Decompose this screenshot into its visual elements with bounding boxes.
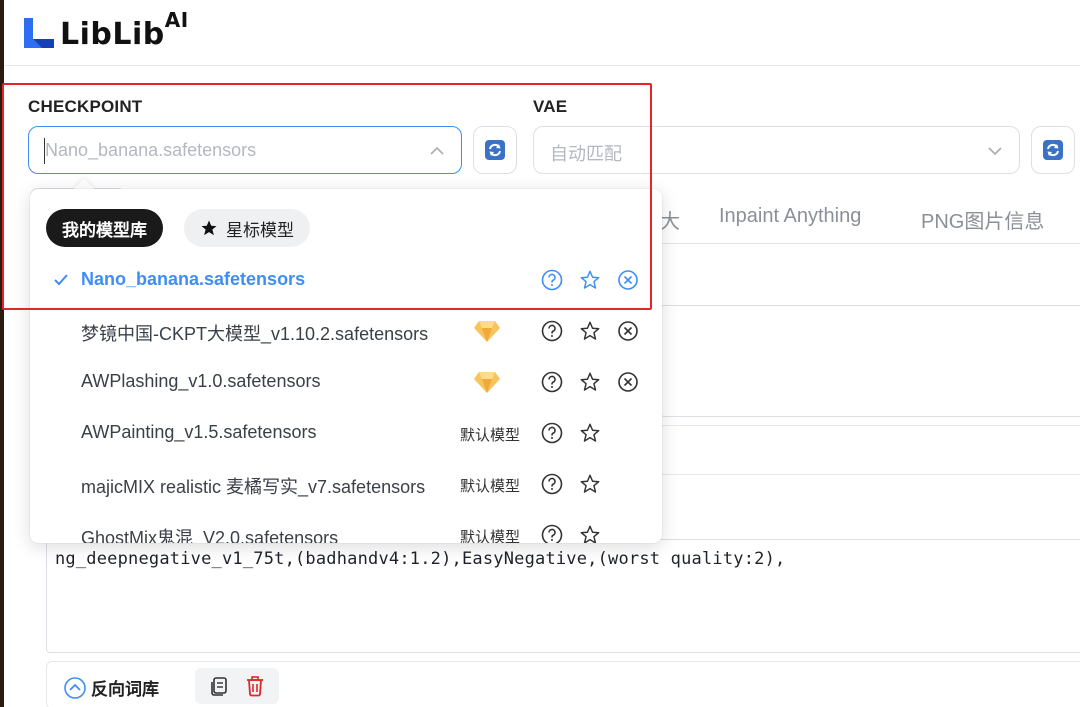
tab-png-info[interactable]: PNG图片信息 [921,205,1044,234]
copy-icon[interactable] [208,675,230,697]
tab-partial[interactable]: 大 [660,205,680,234]
model-name: AWPlashing_v1.0.safetensors [81,371,321,391]
negative-prompt-text: ng_deepnegative_v1_75t,(badhandv4:1.2),E… [55,549,786,569]
diamond-icon [474,321,500,342]
toolbar-actions [195,668,279,704]
logo-text: LibLibAI [60,8,189,52]
chevron-up-circle-icon [64,676,86,699]
settings-panel [660,425,1080,475]
help-icon[interactable] [541,422,563,444]
help-icon[interactable] [541,524,563,543]
header: LibLibAI [4,0,1080,66]
help-icon[interactable] [541,371,563,393]
app-window: LibLibAI CHECKPOINT Nano_banana.safetens… [0,0,1080,707]
diamond-icon [474,372,500,393]
logo-mark-icon [24,18,54,48]
default-model-tag: 默认模型 [460,529,521,543]
model-name: AWPainting_v1.5.safetensors [81,422,317,442]
help-icon[interactable] [541,473,563,495]
annotation-highlight-box [2,83,652,310]
chevron-down-icon [988,147,1002,156]
prompt-panel [660,305,1080,417]
model-option[interactable]: majicMIX realistic 麦橘写实_v7.safetensors 默… [30,459,662,510]
star-icon[interactable] [579,524,601,543]
negative-prompt-toolbar: 反向词库 [46,661,1080,707]
star-icon[interactable] [579,371,601,393]
help-icon[interactable] [541,320,563,342]
model-option[interactable]: AWPainting_v1.5.safetensors 默认模型 [30,408,662,459]
star-icon[interactable] [579,473,601,495]
negative-prompt-input[interactable]: ng_deepnegative_v1_75t,(badhandv4:1.2),E… [46,539,1080,653]
default-model-tag: 默认模型 [460,427,521,444]
model-option[interactable]: GhostMix鬼混_V2.0.safetensors 默认模型 [30,510,662,543]
star-icon[interactable] [579,422,601,444]
remove-icon[interactable] [617,371,639,393]
model-name: GhostMix鬼混_V2.0.safetensors [81,528,339,543]
negative-library-label: 反向词库 [91,680,159,699]
model-name: 梦镜中国-CKPT大模型_v1.10.2.safetensors [81,324,429,344]
negative-library-toggle[interactable]: 反向词库 [63,675,159,700]
vae-refresh-button[interactable] [1031,126,1075,174]
trash-icon[interactable] [244,675,266,697]
tabs-divider [660,243,1080,244]
model-name: majicMIX realistic 麦橘写实_v7.safetensors [81,477,426,497]
tab-inpaint-anything[interactable]: Inpaint Anything [719,205,861,228]
star-icon[interactable] [579,320,601,342]
default-model-tag: 默认模型 [460,478,521,495]
refresh-icon [1043,140,1063,160]
model-option[interactable]: AWPlashing_v1.0.safetensors [30,357,662,408]
model-option[interactable]: 梦镜中国-CKPT大模型_v1.10.2.safetensors [30,306,662,357]
remove-icon[interactable] [617,320,639,342]
logo[interactable]: LibLibAI [22,8,189,53]
